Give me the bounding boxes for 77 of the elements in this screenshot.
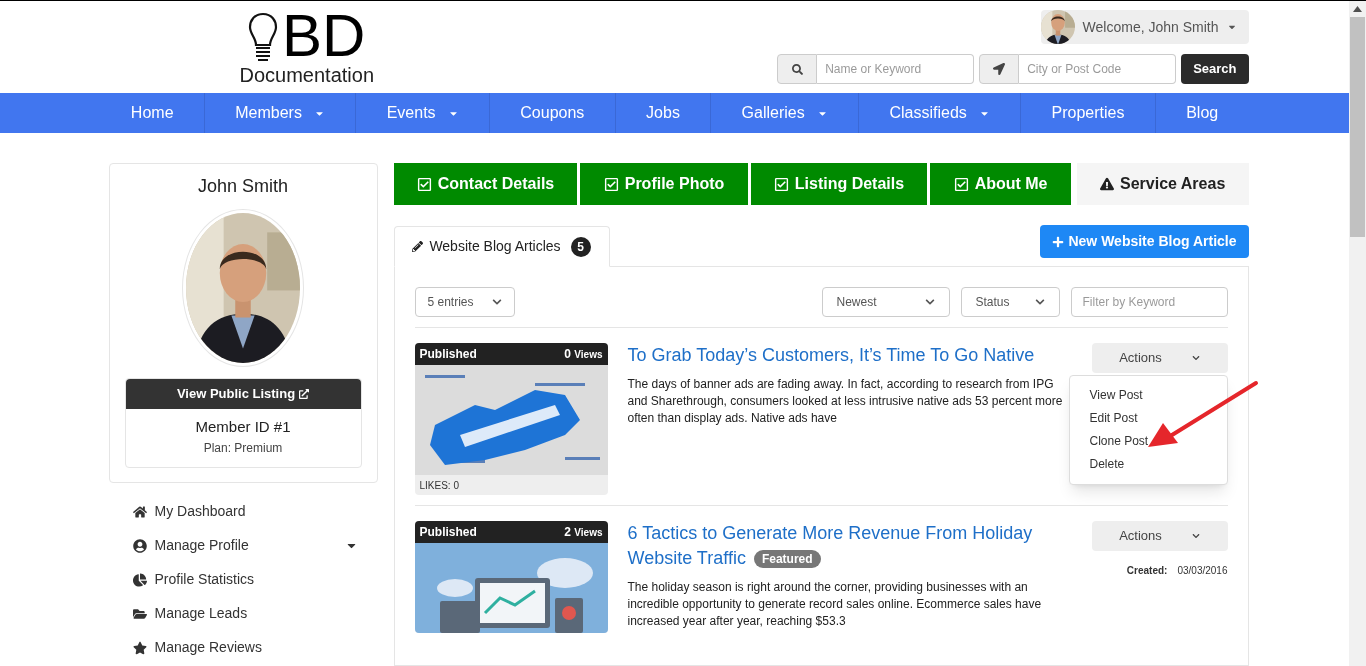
user-menu[interactable]: Welcome, John Smith [1040, 10, 1249, 44]
location-search-field[interactable]: City or Post Code [1019, 54, 1177, 84]
nav-item[interactable]: Properties [1021, 93, 1156, 133]
status-select[interactable]: Status [960, 287, 1060, 317]
view-public-listing-button[interactable]: View Public Listing [125, 379, 361, 409]
chevron-down-icon [1034, 297, 1045, 307]
sidebar-menu-item[interactable]: My Dashboard [108, 494, 378, 529]
location-arrow-icon [993, 63, 1006, 75]
lightbulb-icon [248, 12, 279, 64]
scrollbar[interactable] [1349, 1, 1366, 666]
actions-button[interactable]: Actions [1091, 521, 1228, 551]
featured-tag: Featured [753, 550, 821, 569]
profile-step[interactable]: Contact Details [393, 163, 578, 205]
scroll-up-arrow-icon [1353, 6, 1362, 12]
house-icon [132, 504, 147, 519]
dropdown-item[interactable]: View Post [1069, 384, 1227, 407]
chevron-down-icon [1191, 532, 1200, 540]
post-status: Published [419, 346, 477, 363]
profile-step[interactable]: Profile Photo [580, 163, 748, 205]
pencil-icon [412, 241, 424, 252]
sidebar-menu-item[interactable]: Profile Statistics [108, 562, 378, 597]
sort-select[interactable]: Newest [821, 287, 950, 317]
member-plan: Plan: Premium [203, 439, 283, 457]
chevron-down-icon [1191, 354, 1200, 362]
scrollbar-thumb[interactable] [1350, 17, 1365, 237]
likes-count: LIKES: 0 [419, 478, 459, 493]
checked-box-icon [416, 176, 432, 192]
nav-item[interactable]: Home [100, 93, 205, 133]
nav-item[interactable]: Jobs [615, 93, 712, 133]
nav-item[interactable]: Events [356, 93, 490, 133]
checked-box-icon [603, 176, 619, 192]
dropdown-item[interactable]: Clone Post [1069, 430, 1227, 453]
sidebar-menu-item[interactable]: Manage Reviews [108, 630, 378, 665]
nav-item[interactable]: Coupons [489, 93, 616, 133]
entries-select[interactable]: 5 entries [414, 287, 515, 317]
pie-chart-icon [132, 572, 147, 587]
post-excerpt: The holiday season is right around the corner, providing businesses with an incredible opportunity to generate record sales online. Ecommerce sales have increased year after year, reaching $53.3 [627, 579, 1043, 630]
nav-item[interactable]: Blog [1155, 93, 1249, 133]
member-id: Member ID #1 [195, 417, 291, 437]
created-date: 03/03/2016 [1177, 564, 1228, 578]
folder-icon [132, 606, 147, 621]
nav-item[interactable]: Galleries [711, 93, 860, 133]
article-count: 5 [570, 236, 591, 257]
blog-articles-tab[interactable]: Website Blog Articles 5 [393, 226, 610, 267]
logo-tagline: Documentation [239, 64, 375, 86]
profile-step[interactable]: About Me [930, 163, 1071, 205]
dropdown-item[interactable]: Delete [1069, 453, 1227, 476]
post-title[interactable]: To Grab Today’s Customers, It’s Time To Go Native [627, 343, 1072, 368]
view-count: 0 Views [564, 346, 603, 363]
post-status: Published [419, 524, 477, 541]
nav-item[interactable]: Members [204, 93, 357, 133]
profile-step[interactable]: Listing Details [750, 163, 928, 205]
sidebar-menu-item[interactable]: Manage Leads [108, 596, 378, 631]
checked-box-icon [953, 176, 969, 192]
star-icon [132, 640, 147, 655]
chevron-down-icon [491, 297, 502, 307]
logo-letters: BD [282, 8, 366, 64]
keyword-filter-field[interactable]: Filter by Keyword [1070, 287, 1228, 317]
dropdown-item[interactable]: Edit Post [1069, 407, 1227, 430]
checked-box-icon [773, 176, 789, 192]
chevron-down-icon [924, 297, 935, 307]
post-excerpt: The days of banner ads are fading away. In fact, according to research from IPG and Sharethrough, consumers looked at less intrusive native ads 53 percent more often than display ads. Native ads have [627, 376, 1064, 427]
new-article-button[interactable]: New Website Blog Article [1040, 225, 1249, 258]
warning-icon [1100, 177, 1114, 191]
member-name: John Smith [197, 175, 288, 198]
view-count: 2 Views [564, 524, 603, 541]
profile-step[interactable]: Service Areas [1076, 163, 1249, 205]
actions-button[interactable]: Actions [1091, 343, 1228, 373]
nav-item[interactable]: Classifieds [859, 93, 1022, 133]
external-link-icon [299, 389, 310, 399]
keyword-search-field[interactable]: Name or Keyword [817, 54, 975, 84]
created-label: Created: [1126, 564, 1168, 578]
sidebar-menu-item[interactable]: Manage Profile [108, 528, 378, 563]
search-button[interactable]: Search [1181, 54, 1249, 84]
search-icon [791, 63, 803, 75]
post-title[interactable]: 6 Tactics to Generate More Revenue From Holiday Website Traffic Featured [627, 521, 1072, 571]
plus-icon [1052, 235, 1065, 248]
